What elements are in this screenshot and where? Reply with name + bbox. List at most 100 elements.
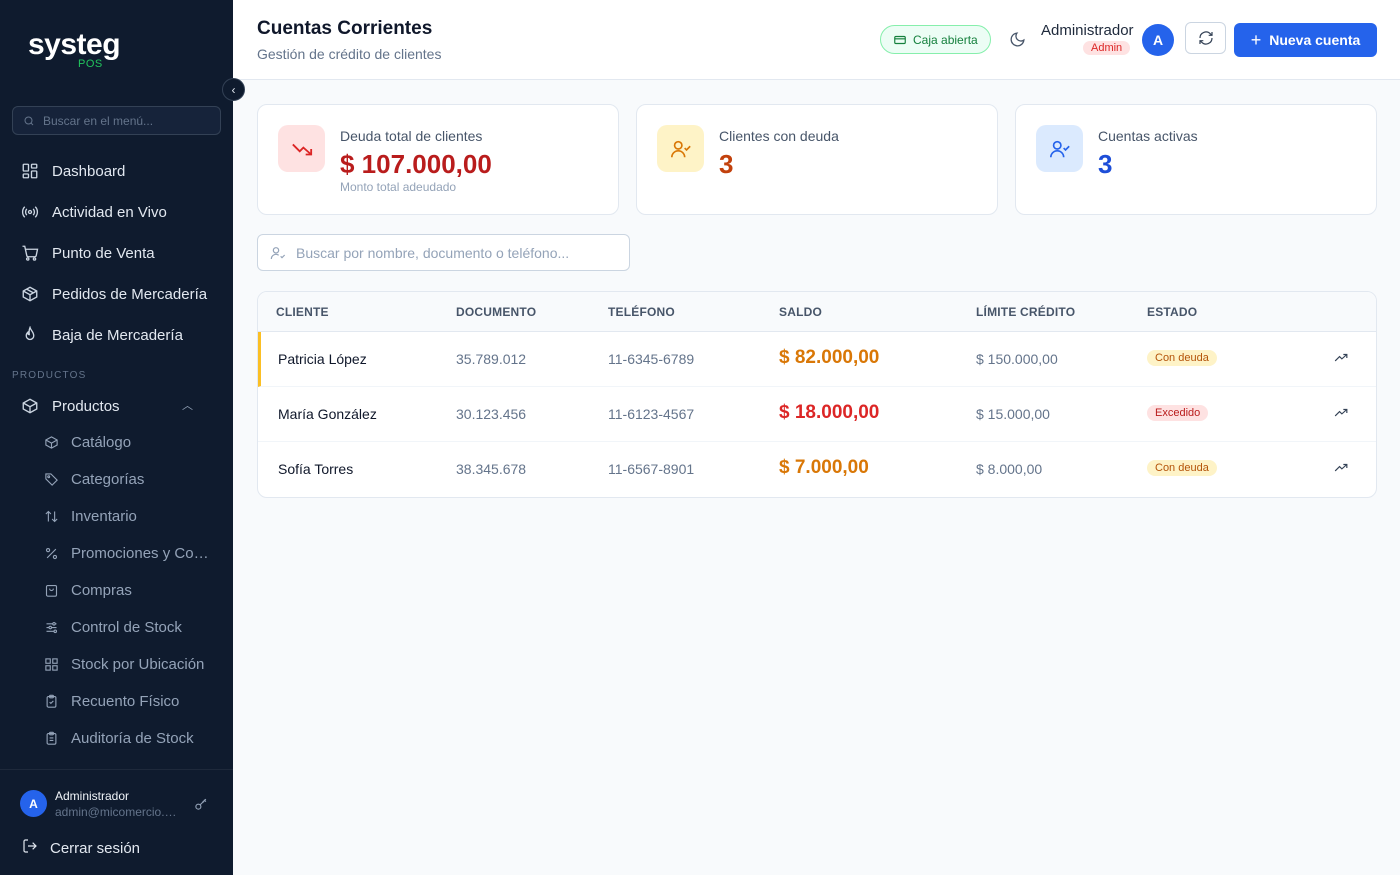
- cash-register-icon: [894, 35, 906, 44]
- avatar[interactable]: A: [20, 790, 47, 817]
- sidebar-item-catalogo[interactable]: Catálogo: [43, 431, 218, 453]
- header-user-name: Administrador: [1041, 22, 1134, 39]
- cell-documento: 30.123.456: [456, 406, 527, 422]
- cell-telefono: 11-6567-8901: [608, 461, 695, 477]
- new-account-label: Nueva cuenta: [1269, 32, 1361, 48]
- logout-button[interactable]: Cerrar sesión: [22, 838, 140, 858]
- refresh-icon: [1198, 31, 1213, 45]
- sidebar-group-productos[interactable]: Productos ︿: [20, 394, 213, 418]
- stat-label: Deuda total de clientes: [340, 128, 483, 144]
- flame-icon: [20, 325, 40, 345]
- chevron-up-icon: ︿: [182, 400, 193, 412]
- trending-up-icon[interactable]: [1334, 461, 1348, 480]
- arrows-updown-icon: [43, 508, 59, 524]
- table-row[interactable]: Patricia López 35.789.012 11-6345-6789 $…: [258, 332, 1376, 387]
- sidebar-search-input[interactable]: Buscar en el menú...: [12, 106, 221, 135]
- sidebar-group-label: Productos: [52, 397, 120, 415]
- sidebar-item-control-stock[interactable]: Control de Stock: [43, 616, 218, 638]
- sidebar-item-stock-ubicacion[interactable]: Stock por Ubicación: [43, 653, 218, 675]
- cube-icon: [43, 434, 59, 450]
- clipboard-check-icon: [43, 693, 59, 709]
- logout-label: Cerrar sesión: [50, 839, 141, 857]
- cell-cliente: Patricia López: [278, 351, 367, 367]
- sidebar-item-compras[interactable]: Compras: [43, 579, 218, 601]
- status-badge: Con deuda: [1147, 460, 1217, 476]
- page-title: Cuentas Corrientes: [257, 18, 433, 39]
- sidebar-item-label: Auditoría de Stock: [71, 729, 194, 747]
- sidebar-item-dashboard[interactable]: Dashboard: [20, 159, 125, 183]
- trending-up-icon[interactable]: [1334, 351, 1348, 370]
- sidebar-section-label: PRODUCTOS: [12, 370, 87, 381]
- logo-sub: POS: [78, 58, 103, 70]
- cart-icon: [20, 243, 40, 263]
- column-header-saldo[interactable]: SALDO: [779, 305, 822, 319]
- sidebar-item-punto-de-venta[interactable]: Punto de Venta: [20, 241, 155, 265]
- search-icon: [24, 116, 34, 125]
- sidebar-item-auditoria[interactable]: Auditoría de Stock: [43, 727, 218, 749]
- table-row[interactable]: María González 30.123.456 11-6123-4567 $…: [258, 387, 1376, 442]
- caja-status-label: Caja abierta: [913, 32, 978, 47]
- sidebar-item-pedidos[interactable]: Pedidos de Mercadería: [20, 282, 207, 306]
- sliders-icon: [43, 619, 59, 635]
- column-header-documento[interactable]: DOCUMENTO: [456, 305, 536, 319]
- trending-down-icon: [278, 125, 325, 172]
- bag-icon: [43, 582, 59, 598]
- stat-label: Cuentas activas: [1098, 128, 1198, 144]
- user-search-icon: [270, 246, 286, 259]
- clipboard-list-icon: [43, 730, 59, 746]
- trending-up-icon[interactable]: [1334, 406, 1348, 425]
- client-search-input[interactable]: Buscar por nombre, documento o teléfono.…: [257, 234, 630, 271]
- sidebar-item-label: Inventario: [71, 507, 137, 525]
- collapse-sidebar-button[interactable]: ‹: [222, 78, 245, 101]
- stat-label: Clientes con deuda: [719, 128, 839, 144]
- sidebar-item-inventario[interactable]: Inventario: [43, 505, 218, 527]
- client-search-placeholder: Buscar por nombre, documento o teléfono.…: [296, 244, 570, 261]
- sidebar-item-label: Dashboard: [52, 162, 126, 180]
- cell-limite: $ 8.000,00: [976, 461, 1043, 477]
- column-header-limite[interactable]: LÍMITE CRÉDITO: [976, 305, 1075, 319]
- cell-saldo: $ 82.000,00: [779, 347, 880, 368]
- top-header: Cuentas Corrientes Gestión de crédito de…: [233, 0, 1400, 80]
- sidebar-footer: A Administrador admin@micomercio.com Cer…: [0, 769, 233, 875]
- sidebar-item-label: Categorías: [71, 470, 145, 488]
- stat-card-deuda-total: Deuda total de clientes $ 107.000,00 Mon…: [257, 104, 619, 215]
- logout-icon: [22, 838, 38, 858]
- column-header-telefono[interactable]: TELÉFONO: [608, 305, 675, 319]
- moon-icon[interactable]: [1009, 31, 1026, 53]
- table-row[interactable]: Sofía Torres 38.345.678 11-6567-8901 $ 7…: [258, 442, 1376, 497]
- cell-documento: 35.789.012: [456, 351, 527, 367]
- status-badge: Con deuda: [1147, 350, 1217, 366]
- app-logo[interactable]: systeg POS: [28, 30, 121, 71]
- header-user-role-badge: Admin: [1083, 41, 1131, 55]
- accounts-table: CLIENTE DOCUMENTO TELÉFONO SALDO LÍMITE …: [257, 291, 1377, 498]
- sidebar-item-recuento[interactable]: Recuento Físico: [43, 690, 218, 712]
- sidebar-item-label: Baja de Mercadería: [52, 326, 183, 344]
- cell-cliente: Sofía Torres: [278, 461, 354, 477]
- refresh-button[interactable]: [1185, 22, 1226, 54]
- column-header-cliente[interactable]: CLIENTE: [276, 305, 329, 319]
- status-badge: Excedido: [1147, 405, 1209, 421]
- stat-card-cuentas-activas: Cuentas activas 3: [1015, 104, 1377, 215]
- sidebar-item-label: Control de Stock: [71, 618, 182, 636]
- stat-note: Monto total adeudado: [340, 180, 457, 194]
- sidebar-user-name: Administrador: [55, 789, 130, 803]
- caja-status-badge[interactable]: Caja abierta: [880, 25, 991, 54]
- user-check-icon: [657, 125, 704, 172]
- cell-saldo: $ 18.000,00: [779, 402, 880, 423]
- sidebar-item-actividad[interactable]: Actividad en Vivo: [20, 200, 167, 224]
- column-header-estado[interactable]: ESTADO: [1147, 305, 1197, 319]
- stat-card-clientes-deuda: Clientes con deuda 3: [636, 104, 998, 215]
- sidebar-item-categorias[interactable]: Categorías: [43, 468, 218, 490]
- sidebar-item-promociones[interactable]: Promociones y Combos: [43, 542, 218, 564]
- key-icon[interactable]: [194, 796, 209, 816]
- sidebar-item-label: Stock por Ubicación: [71, 655, 205, 673]
- cell-saldo: $ 7.000,00: [779, 457, 869, 478]
- stat-value: $ 107.000,00: [340, 149, 492, 179]
- sidebar-item-baja[interactable]: Baja de Mercadería: [20, 323, 183, 347]
- sidebar-item-label: Recuento Físico: [71, 692, 180, 710]
- sidebar-item-label: Promociones y Combos: [71, 544, 218, 562]
- new-account-button[interactable]: + Nueva cuenta: [1234, 23, 1377, 57]
- page-subtitle: Gestión de crédito de clientes: [257, 46, 442, 62]
- percent-icon: [43, 545, 59, 561]
- avatar[interactable]: A: [1142, 24, 1174, 56]
